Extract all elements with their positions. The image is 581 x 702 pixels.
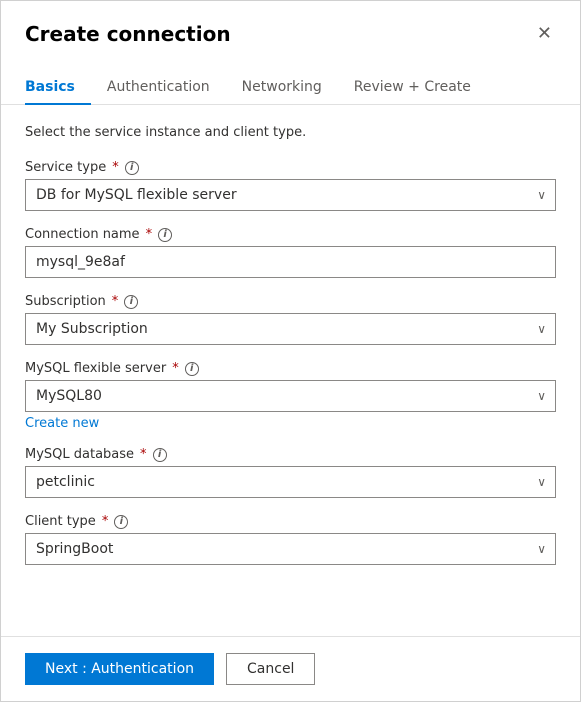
close-button[interactable]: ✕	[533, 21, 556, 47]
cancel-button[interactable]: Cancel	[226, 653, 315, 685]
tab-networking[interactable]: Networking	[226, 71, 338, 105]
service-type-required: *	[112, 160, 119, 175]
mysql-database-info-icon[interactable]: i	[153, 448, 167, 462]
service-type-label: Service type * i	[25, 160, 556, 175]
tab-authentication[interactable]: Authentication	[91, 71, 226, 105]
service-type-select[interactable]: DB for MySQL flexible server	[25, 179, 556, 211]
section-description: Select the service instance and client t…	[25, 125, 556, 140]
mysql-server-label: MySQL flexible server * i	[25, 361, 556, 376]
subscription-required: *	[112, 294, 119, 309]
client-type-group: Client type * i SpringBoot	[25, 514, 556, 565]
create-new-link[interactable]: Create new	[25, 416, 99, 431]
tab-review-create[interactable]: Review + Create	[338, 71, 487, 105]
client-type-select-wrapper: SpringBoot	[25, 533, 556, 565]
client-type-select[interactable]: SpringBoot	[25, 533, 556, 565]
tab-basics[interactable]: Basics	[25, 71, 91, 105]
next-authentication-button[interactable]: Next : Authentication	[25, 653, 214, 685]
modal-footer: Next : Authentication Cancel	[1, 636, 580, 701]
subscription-select[interactable]: My Subscription	[25, 313, 556, 345]
connection-name-group: Connection name * i	[25, 227, 556, 278]
client-type-label: Client type * i	[25, 514, 556, 529]
connection-name-info-icon[interactable]: i	[158, 228, 172, 242]
service-type-group: Service type * i DB for MySQL flexible s…	[25, 160, 556, 211]
client-type-info-icon[interactable]: i	[114, 515, 128, 529]
mysql-server-select[interactable]: MySQL80	[25, 380, 556, 412]
mysql-server-group: MySQL flexible server * i MySQL80 Create…	[25, 361, 556, 431]
connection-name-label: Connection name * i	[25, 227, 556, 242]
mysql-database-required: *	[140, 447, 147, 462]
modal-header: Create connection ✕	[1, 1, 580, 47]
tab-bar: Basics Authentication Networking Review …	[1, 55, 580, 105]
create-connection-modal: Create connection ✕ Basics Authenticatio…	[0, 0, 581, 702]
mysql-database-label: MySQL database * i	[25, 447, 556, 462]
client-type-required: *	[102, 514, 109, 529]
mysql-database-group: MySQL database * i petclinic	[25, 447, 556, 498]
subscription-info-icon[interactable]: i	[124, 295, 138, 309]
service-type-select-wrapper: DB for MySQL flexible server	[25, 179, 556, 211]
subscription-label: Subscription * i	[25, 294, 556, 309]
service-type-info-icon[interactable]: i	[125, 161, 139, 175]
subscription-group: Subscription * i My Subscription	[25, 294, 556, 345]
mysql-database-select[interactable]: petclinic	[25, 466, 556, 498]
mysql-server-required: *	[172, 361, 179, 376]
mysql-database-select-wrapper: petclinic	[25, 466, 556, 498]
subscription-select-wrapper: My Subscription	[25, 313, 556, 345]
connection-name-required: *	[146, 227, 153, 242]
modal-title: Create connection	[25, 22, 231, 46]
mysql-server-info-icon[interactable]: i	[185, 362, 199, 376]
modal-body: Select the service instance and client t…	[1, 105, 580, 636]
mysql-server-select-wrapper: MySQL80	[25, 380, 556, 412]
connection-name-input[interactable]	[25, 246, 556, 278]
